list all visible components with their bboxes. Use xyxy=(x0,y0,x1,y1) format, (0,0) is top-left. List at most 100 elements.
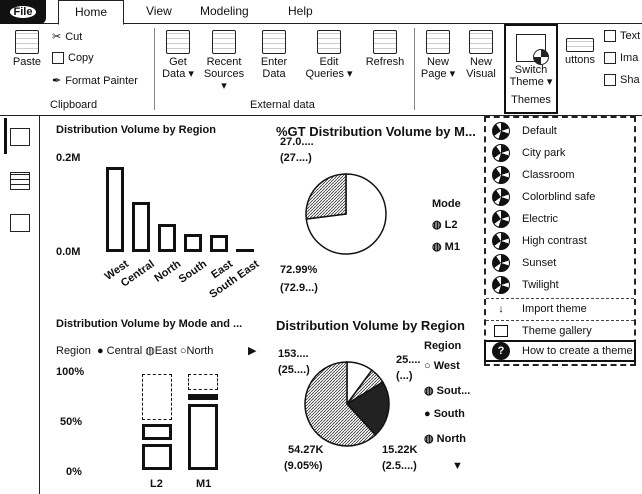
chart2-label: 72.99% xyxy=(280,264,318,276)
chart3-xtick: M1 xyxy=(196,478,212,490)
tab-home[interactable]: Home xyxy=(58,0,125,25)
chart1-bar[interactable] xyxy=(132,202,150,252)
chart3-title: Distribution Volume by Mode and ... xyxy=(56,318,243,330)
active-view-indicator xyxy=(4,118,7,154)
theme-sunset[interactable]: Sunset xyxy=(486,252,634,274)
format-painter-button[interactable]: ✒ Format Painter xyxy=(52,74,138,88)
recent-sources-label-2: Sources ▾ xyxy=(203,68,245,92)
chart3-segment-east[interactable] xyxy=(142,424,172,440)
theme-swatch-icon xyxy=(492,276,510,294)
chart1-xtick: North xyxy=(151,258,183,285)
chart3-segment-north[interactable] xyxy=(142,374,172,420)
chart3-legend-more-arrow[interactable]: ▶ xyxy=(248,344,256,357)
image-button[interactable]: Ima xyxy=(604,52,638,64)
buttons-button[interactable]: uttons xyxy=(562,38,598,66)
copy-button[interactable]: Copy xyxy=(52,52,94,64)
chart4-legend-label: Sout... xyxy=(436,385,471,397)
chart2-slice[interactable] xyxy=(305,173,347,220)
theme-default[interactable]: Default xyxy=(486,120,634,142)
theme-twilight[interactable]: Twilight xyxy=(486,274,634,296)
switch-theme-button[interactable]: Switch Theme ▾ Themes xyxy=(504,24,558,114)
theme-swatch-icon xyxy=(492,210,510,228)
theme-classroom[interactable]: Classroom xyxy=(486,164,634,186)
new-page-button[interactable]: New Page ▾ xyxy=(418,30,458,80)
refresh-label: Refresh xyxy=(365,56,405,68)
chart1-bar[interactable] xyxy=(236,248,254,252)
download-arrow-icon: ↓ xyxy=(498,303,504,315)
gallery-icon xyxy=(494,325,508,337)
chart4-legend-item[interactable]: ○ West xyxy=(424,360,460,372)
chart2-label: (27....) xyxy=(280,152,312,164)
chart3-segment-east[interactable] xyxy=(188,394,218,400)
theme-label: Default xyxy=(522,125,557,137)
cut-label: Cut xyxy=(65,30,83,43)
chart1-bar[interactable] xyxy=(210,235,228,252)
chart4-legend-item[interactable]: ◍ Sout... xyxy=(424,384,470,397)
report-view-icon[interactable] xyxy=(10,128,30,146)
refresh-button[interactable]: Refresh xyxy=(362,30,408,68)
chart2-legend-l2[interactable]: ◍ L2 xyxy=(432,218,458,231)
theme-swatch-icon xyxy=(492,144,510,162)
theme-city-park[interactable]: City park xyxy=(486,142,634,164)
new-visual-button[interactable]: New Visual xyxy=(462,30,500,80)
text-box-button[interactable]: Text xyxy=(604,30,640,42)
chart4-label: 25.... xyxy=(396,354,421,366)
get-data-button[interactable]: Get Data ▾ xyxy=(160,30,196,80)
enter-data-label-1: Enter xyxy=(260,56,288,68)
chart3-legend-item[interactable]: Central xyxy=(107,345,142,357)
paste-button[interactable]: Paste xyxy=(8,30,46,68)
buttons-icon xyxy=(566,38,594,52)
chart3-legend-item[interactable]: North xyxy=(187,345,214,357)
chart2-label: 27.0.... xyxy=(280,136,314,148)
chart1-bar[interactable] xyxy=(184,233,202,252)
shapes-button[interactable]: Sha xyxy=(604,74,640,86)
model-view-icon[interactable] xyxy=(10,214,30,232)
edit-queries-button[interactable]: Edit Queries ▾ xyxy=(304,30,354,80)
file-tab-label: File xyxy=(9,6,37,18)
recent-sources-button[interactable]: Recent Sources ▾ xyxy=(200,30,248,92)
theme-label: Colorblind safe xyxy=(522,191,596,203)
theme-electric[interactable]: Electric xyxy=(486,208,634,230)
divider xyxy=(154,28,155,110)
chart1-bar[interactable] xyxy=(158,223,176,252)
copy-label: Copy xyxy=(68,52,94,64)
chart4-legend-label: West xyxy=(433,360,460,372)
data-view-icon[interactable] xyxy=(10,172,30,190)
chart2-pie[interactable] xyxy=(304,158,388,270)
how-to-create-theme-item[interactable]: ? How to create a theme xyxy=(484,340,636,362)
format-painter-label: Format Painter xyxy=(65,74,138,87)
chart4-label: 15.22K xyxy=(382,444,418,456)
chart3-xtick: L2 xyxy=(150,478,163,490)
chart1-xtick: South xyxy=(176,258,209,286)
new-page-label-1: New xyxy=(426,56,449,68)
table-icon xyxy=(262,30,286,54)
theme-swatch-icon xyxy=(492,254,510,272)
new-visual-label-1: New xyxy=(469,56,492,68)
theme-label: Electric xyxy=(522,213,559,225)
get-data-label-1: Get xyxy=(169,56,187,68)
chart2-legend-m1[interactable]: ◍ M1 xyxy=(432,240,460,253)
chart3-segment-central[interactable] xyxy=(142,444,172,470)
tab-modeling[interactable]: Modeling xyxy=(200,4,249,18)
chart3-legend-item[interactable]: East xyxy=(155,345,177,357)
theme-label: City park xyxy=(522,147,566,159)
chart4-legend-item[interactable]: ● South xyxy=(424,408,465,420)
tab-view[interactable]: View xyxy=(146,4,172,18)
file-tab[interactable]: File xyxy=(0,0,46,24)
edit-queries-icon xyxy=(317,30,341,54)
chart4-legend-more-arrow[interactable]: ▼ xyxy=(452,460,463,472)
theme-colorblind-safe[interactable]: Colorblind safe xyxy=(486,186,634,208)
tab-help[interactable]: Help xyxy=(288,4,313,18)
enter-data-label-2: Data xyxy=(262,68,286,80)
chart3-segment-north[interactable] xyxy=(188,374,218,390)
cut-button[interactable]: ✂ Cut xyxy=(52,30,83,44)
themes-dropdown: Default City park Classroom Colorblind s… xyxy=(484,116,636,366)
theme-high-contrast[interactable]: High contrast xyxy=(486,230,634,252)
theme-gallery-item[interactable]: Theme gallery xyxy=(486,320,634,342)
theme-label: Twilight xyxy=(522,279,559,291)
import-theme-item[interactable]: ↓ Import theme xyxy=(486,298,634,320)
chart3-segment-central[interactable] xyxy=(188,404,218,470)
chart1-bar[interactable] xyxy=(106,167,124,252)
chart4-legend-item[interactable]: ◍ North xyxy=(424,432,466,445)
enter-data-button[interactable]: Enter Data xyxy=(256,30,292,80)
